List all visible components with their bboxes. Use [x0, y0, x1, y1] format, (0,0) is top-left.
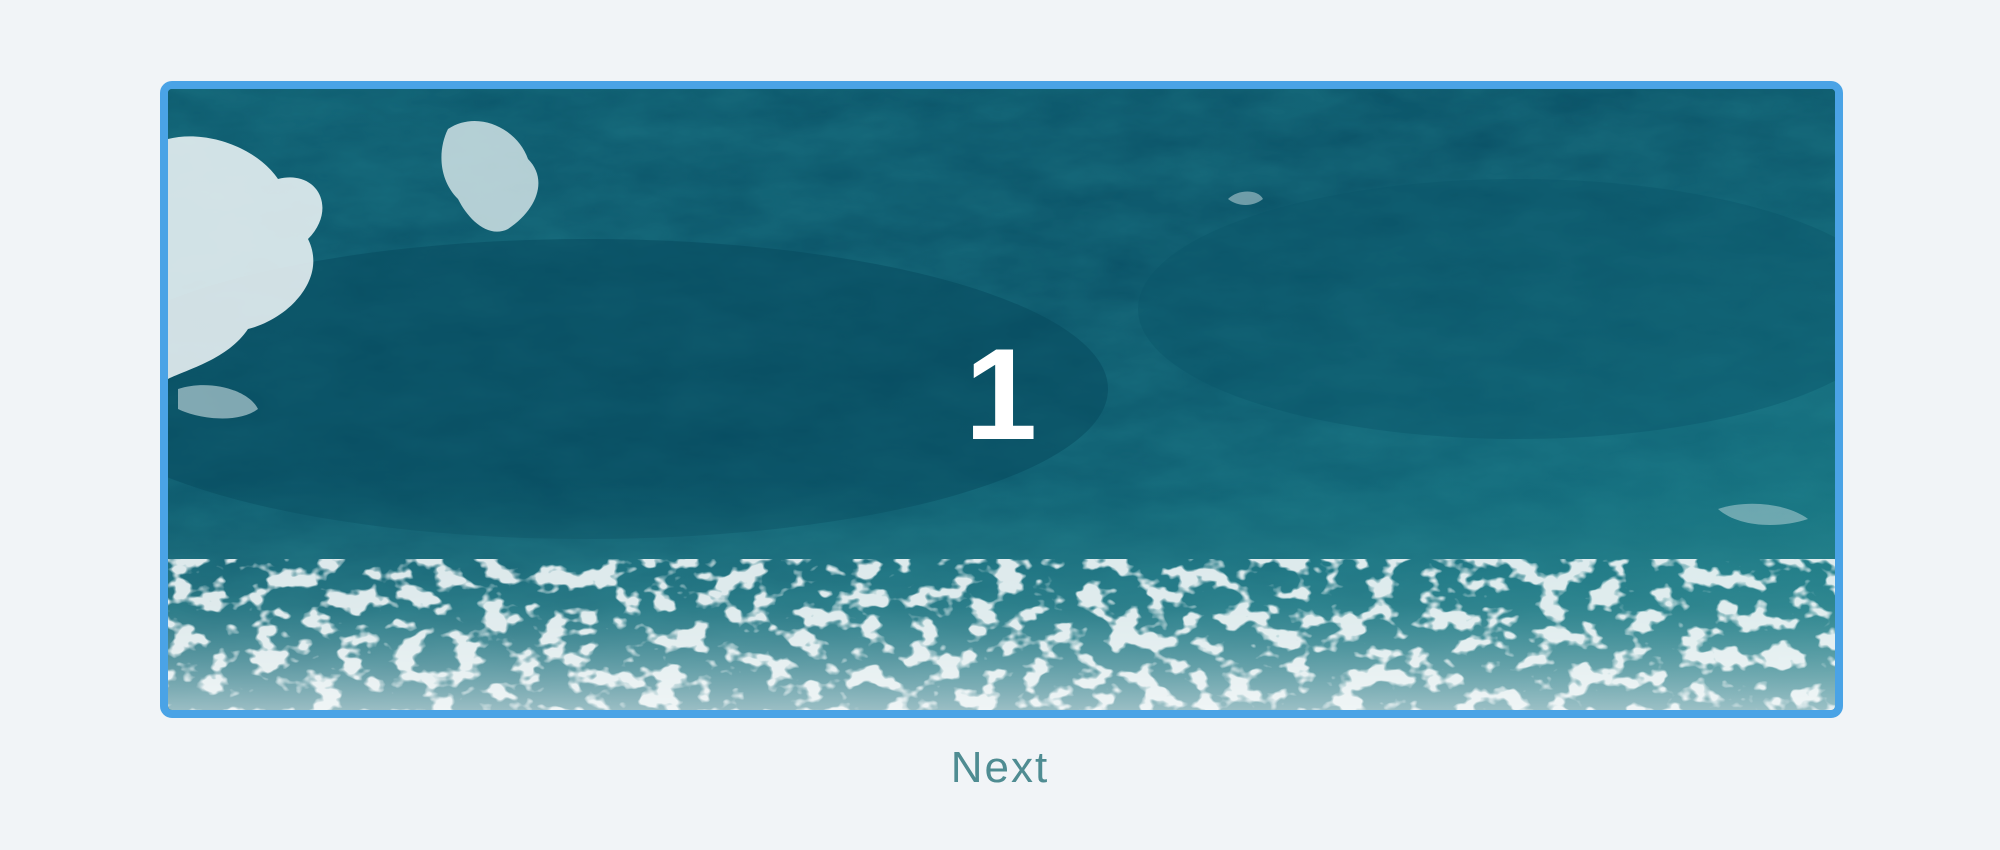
slide-number: 1 [964, 321, 1039, 467]
image-slider[interactable]: 1 [160, 81, 1843, 718]
page: 1 Next [0, 0, 2000, 850]
next-button[interactable]: Next [900, 735, 1100, 800]
slide-1: 1 [168, 89, 1835, 710]
